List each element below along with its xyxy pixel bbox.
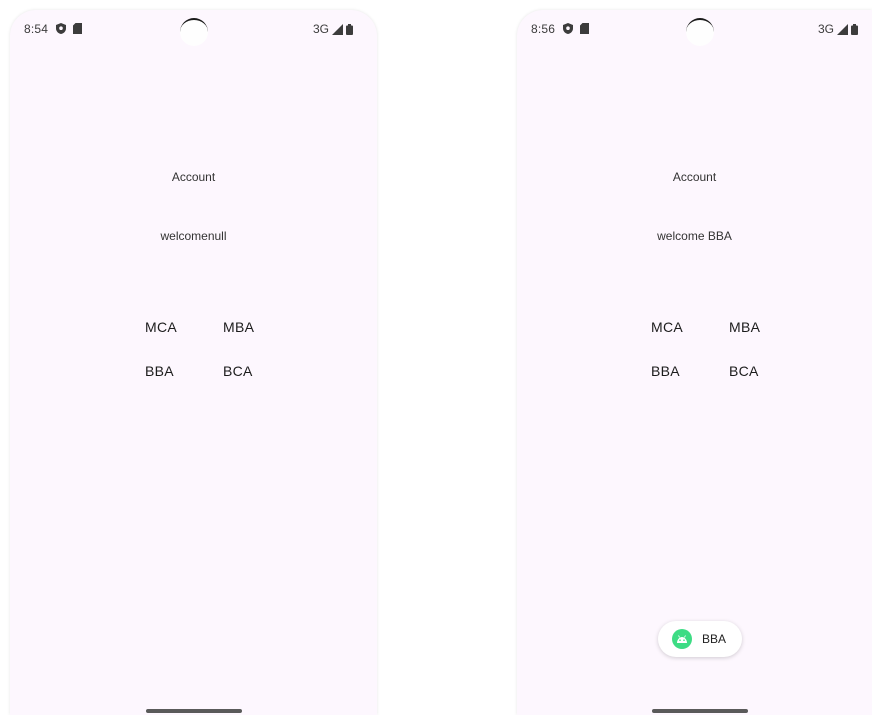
- gesture-home-bar[interactable]: [146, 709, 242, 713]
- account-title: Account: [672, 170, 717, 184]
- battery-icon: [346, 23, 353, 35]
- welcome-text: welcome BBA: [657, 229, 732, 243]
- sd-card-icon: [580, 23, 589, 34]
- network-type: 3G: [817, 22, 834, 36]
- android-icon: [672, 629, 692, 649]
- shield-icon: [563, 23, 573, 34]
- course-button-mba[interactable]: MBA: [223, 319, 254, 335]
- status-bar: 8:56 3G: [517, 10, 872, 46]
- gesture-home-bar[interactable]: [652, 709, 748, 713]
- course-button-bba[interactable]: BBA: [651, 363, 680, 379]
- status-time: 8:54: [24, 22, 49, 36]
- welcome-text: welcomenull: [160, 229, 227, 243]
- sd-card-icon: [73, 23, 82, 34]
- course-button-mca[interactable]: MCA: [651, 319, 683, 335]
- status-right-group: 3G: [818, 22, 858, 36]
- course-button-bba[interactable]: BBA: [145, 363, 174, 379]
- signal-icon: [332, 23, 343, 35]
- toast-message: BBA: [658, 621, 742, 657]
- course-button-mca[interactable]: MCA: [145, 319, 177, 335]
- phone-screen-left: 8:54 3G Account welcomenull MCA MBA BBA …: [10, 10, 377, 715]
- account-title: Account: [171, 170, 216, 184]
- course-button-bca[interactable]: BCA: [729, 363, 759, 379]
- battery-icon: [851, 23, 858, 35]
- signal-icon: [837, 23, 848, 35]
- status-time: 8:56: [531, 22, 556, 36]
- toast-text: BBA: [702, 632, 727, 646]
- phone-screen-right: 8:56 3G Account welcome BBA MCA MBA BBA …: [517, 10, 872, 715]
- status-bar: 8:54 3G: [10, 10, 377, 46]
- status-right-group: 3G: [313, 22, 353, 36]
- course-button-mba[interactable]: MBA: [729, 319, 760, 335]
- course-button-bca[interactable]: BCA: [223, 363, 253, 379]
- shield-icon: [56, 23, 66, 34]
- network-type: 3G: [312, 22, 329, 36]
- camera-cutout: [180, 18, 208, 46]
- camera-cutout: [686, 18, 714, 46]
